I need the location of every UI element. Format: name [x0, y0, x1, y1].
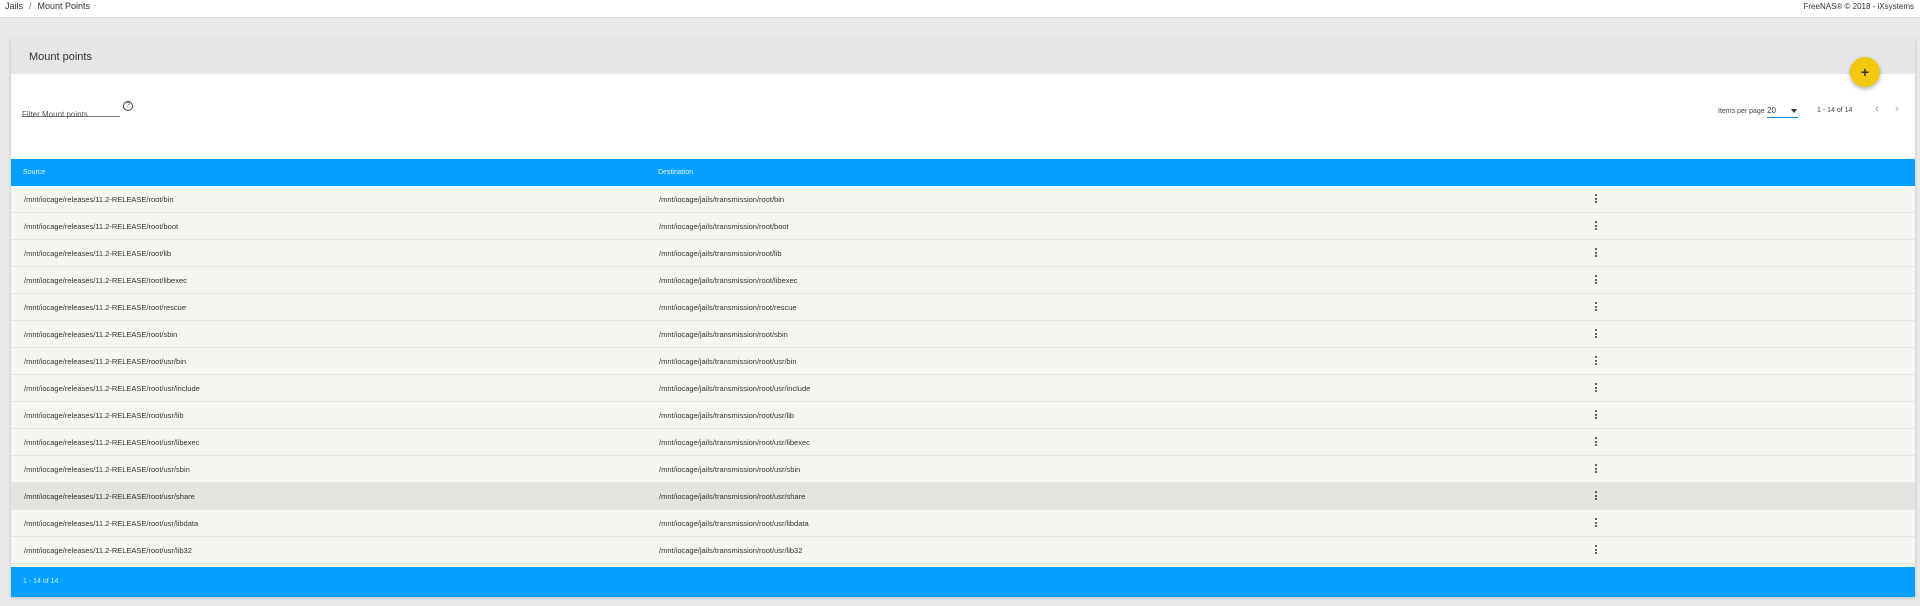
cell-source: /mnt/iocage/releases/11.2-RELEASE/root/u…: [24, 411, 184, 420]
more-vert-icon[interactable]: [1592, 409, 1600, 421]
table-footer: 1 - 14 of 14: [11, 567, 1915, 597]
cell-destination: /mnt/iocage/jails/transmission/root/resc…: [659, 303, 797, 312]
next-page-button[interactable]: ›: [1895, 103, 1899, 115]
breadcrumb-mount-points: Mount Points: [37, 1, 91, 11]
add-mount-point-button[interactable]: +: [1850, 57, 1880, 87]
card-title: Mount points: [29, 51, 92, 63]
table-row[interactable]: /mnt/iocage/releases/11.2-RELEASE/root/u…: [11, 429, 1915, 456]
table-row[interactable]: /mnt/iocage/releases/11.2-RELEASE/root/u…: [11, 402, 1915, 429]
more-vert-icon[interactable]: [1592, 220, 1600, 232]
more-vert-icon[interactable]: [1592, 274, 1600, 286]
cell-destination: /mnt/iocage/jails/transmission/root/usr/…: [659, 465, 801, 474]
cell-source: /mnt/iocage/releases/11.2-RELEASE/root/u…: [24, 384, 200, 393]
cell-destination: /mnt/iocage/jails/transmission/root/usr/…: [659, 519, 809, 528]
copyright-text: FreeNAS® © 2018 - iXsystems: [1803, 2, 1915, 11]
previous-page-button[interactable]: ‹: [1875, 103, 1879, 115]
more-vert-icon[interactable]: [1592, 247, 1600, 259]
column-header-destination[interactable]: Destination: [658, 169, 693, 176]
items-per-page-value: 20: [1767, 106, 1776, 115]
table-row[interactable]: /mnt/iocage/releases/11.2-RELEASE/root/u…: [11, 510, 1915, 537]
plus-icon: +: [1860, 64, 1870, 80]
cell-destination: /mnt/iocage/jails/transmission/root/bin: [659, 195, 785, 204]
cell-source: /mnt/iocage/releases/11.2-RELEASE/root/r…: [24, 303, 187, 312]
more-vert-icon[interactable]: [1592, 544, 1600, 556]
table-body: /mnt/iocage/releases/11.2-RELEASE/root/b…: [11, 186, 1915, 566]
cell-source: /mnt/iocage/releases/11.2-RELEASE/root/u…: [24, 438, 200, 447]
more-vert-icon[interactable]: [1592, 328, 1600, 340]
card-header: Mount points: [11, 39, 1915, 74]
cell-destination: /mnt/iocage/jails/transmission/root/usr/…: [659, 492, 806, 501]
filter-input[interactable]: [22, 110, 120, 119]
table-row[interactable]: /mnt/iocage/releases/11.2-RELEASE/root/r…: [11, 294, 1915, 321]
cell-source: /mnt/iocage/releases/11.2-RELEASE/root/u…: [24, 546, 192, 555]
table-row[interactable]: /mnt/iocage/releases/11.2-RELEASE/root/u…: [11, 537, 1915, 564]
more-vert-icon[interactable]: [1592, 301, 1600, 313]
cell-source: /mnt/iocage/releases/11.2-RELEASE/root/u…: [24, 357, 187, 366]
more-vert-icon[interactable]: [1592, 193, 1600, 205]
cell-destination: /mnt/iocage/jails/transmission/root/sbin: [659, 330, 788, 339]
table-footer-range: 1 - 14 of 14: [23, 578, 59, 585]
more-vert-icon[interactable]: [1592, 436, 1600, 448]
pagination-range: 1 - 14 of 14: [1817, 107, 1853, 114]
table-row[interactable]: /mnt/iocage/releases/11.2-RELEASE/root/b…: [11, 186, 1915, 213]
top-bar: Jails / Mount Points FreeNAS® © 2018 - i…: [0, 0, 1920, 18]
cell-source: /mnt/iocage/releases/11.2-RELEASE/root/l…: [24, 276, 187, 285]
items-per-page-select[interactable]: 20: [1767, 105, 1798, 118]
items-per-page-label: Items per page: [1718, 108, 1765, 115]
cell-destination: /mnt/iocage/jails/transmission/root/usr/…: [659, 411, 795, 420]
more-vert-icon[interactable]: [1592, 463, 1600, 475]
more-vert-icon[interactable]: [1592, 517, 1600, 529]
cell-source: /mnt/iocage/releases/11.2-RELEASE/root/u…: [24, 519, 199, 528]
cell-destination: /mnt/iocage/jails/transmission/root/lib: [659, 249, 782, 258]
cell-destination: /mnt/iocage/jails/transmission/root/usr/…: [659, 384, 811, 393]
table-row[interactable]: /mnt/iocage/releases/11.2-RELEASE/root/l…: [11, 267, 1915, 294]
table-row[interactable]: /mnt/iocage/releases/11.2-RELEASE/root/u…: [11, 483, 1915, 510]
caret-down-icon: [1791, 109, 1797, 113]
cell-source: /mnt/iocage/releases/11.2-RELEASE/root/b…: [24, 222, 179, 231]
breadcrumb: Jails / Mount Points: [5, 1, 90, 11]
cell-source: /mnt/iocage/releases/11.2-RELEASE/root/u…: [24, 492, 195, 501]
cell-destination: /mnt/iocage/jails/transmission/root/usr/…: [659, 546, 803, 555]
cell-destination: /mnt/iocage/jails/transmission/root/boot: [659, 222, 789, 231]
more-vert-icon[interactable]: [1592, 355, 1600, 367]
cell-destination: /mnt/iocage/jails/transmission/root/usr/…: [659, 357, 797, 366]
table-row[interactable]: /mnt/iocage/releases/11.2-RELEASE/root/u…: [11, 348, 1915, 375]
cell-source: /mnt/iocage/releases/11.2-RELEASE/root/u…: [24, 465, 190, 474]
help-circle-icon[interactable]: ?: [123, 101, 133, 111]
cell-source: /mnt/iocage/releases/11.2-RELEASE/root/b…: [24, 195, 174, 204]
breadcrumb-jails[interactable]: Jails: [5, 1, 23, 11]
cell-source: /mnt/iocage/releases/11.2-RELEASE/root/s…: [24, 330, 178, 339]
more-vert-icon[interactable]: [1592, 382, 1600, 394]
table-header: Source Destination: [11, 159, 1915, 186]
breadcrumb-separator: /: [29, 1, 32, 11]
cell-destination: /mnt/iocage/jails/transmission/root/usr/…: [659, 438, 810, 447]
table-row[interactable]: /mnt/iocage/releases/11.2-RELEASE/root/b…: [11, 213, 1915, 240]
cell-source: /mnt/iocage/releases/11.2-RELEASE/root/l…: [24, 249, 172, 258]
table-row[interactable]: /mnt/iocage/releases/11.2-RELEASE/root/l…: [11, 240, 1915, 267]
filter-field[interactable]: [22, 104, 120, 119]
table-row[interactable]: /mnt/iocage/releases/11.2-RELEASE/root/s…: [11, 321, 1915, 348]
cell-destination: /mnt/iocage/jails/transmission/root/libe…: [659, 276, 798, 285]
table-row[interactable]: /mnt/iocage/releases/11.2-RELEASE/root/u…: [11, 375, 1915, 402]
column-header-source[interactable]: Source: [23, 169, 45, 176]
table-row[interactable]: /mnt/iocage/releases/11.2-RELEASE/root/u…: [11, 456, 1915, 483]
more-vert-icon[interactable]: [1592, 490, 1600, 502]
